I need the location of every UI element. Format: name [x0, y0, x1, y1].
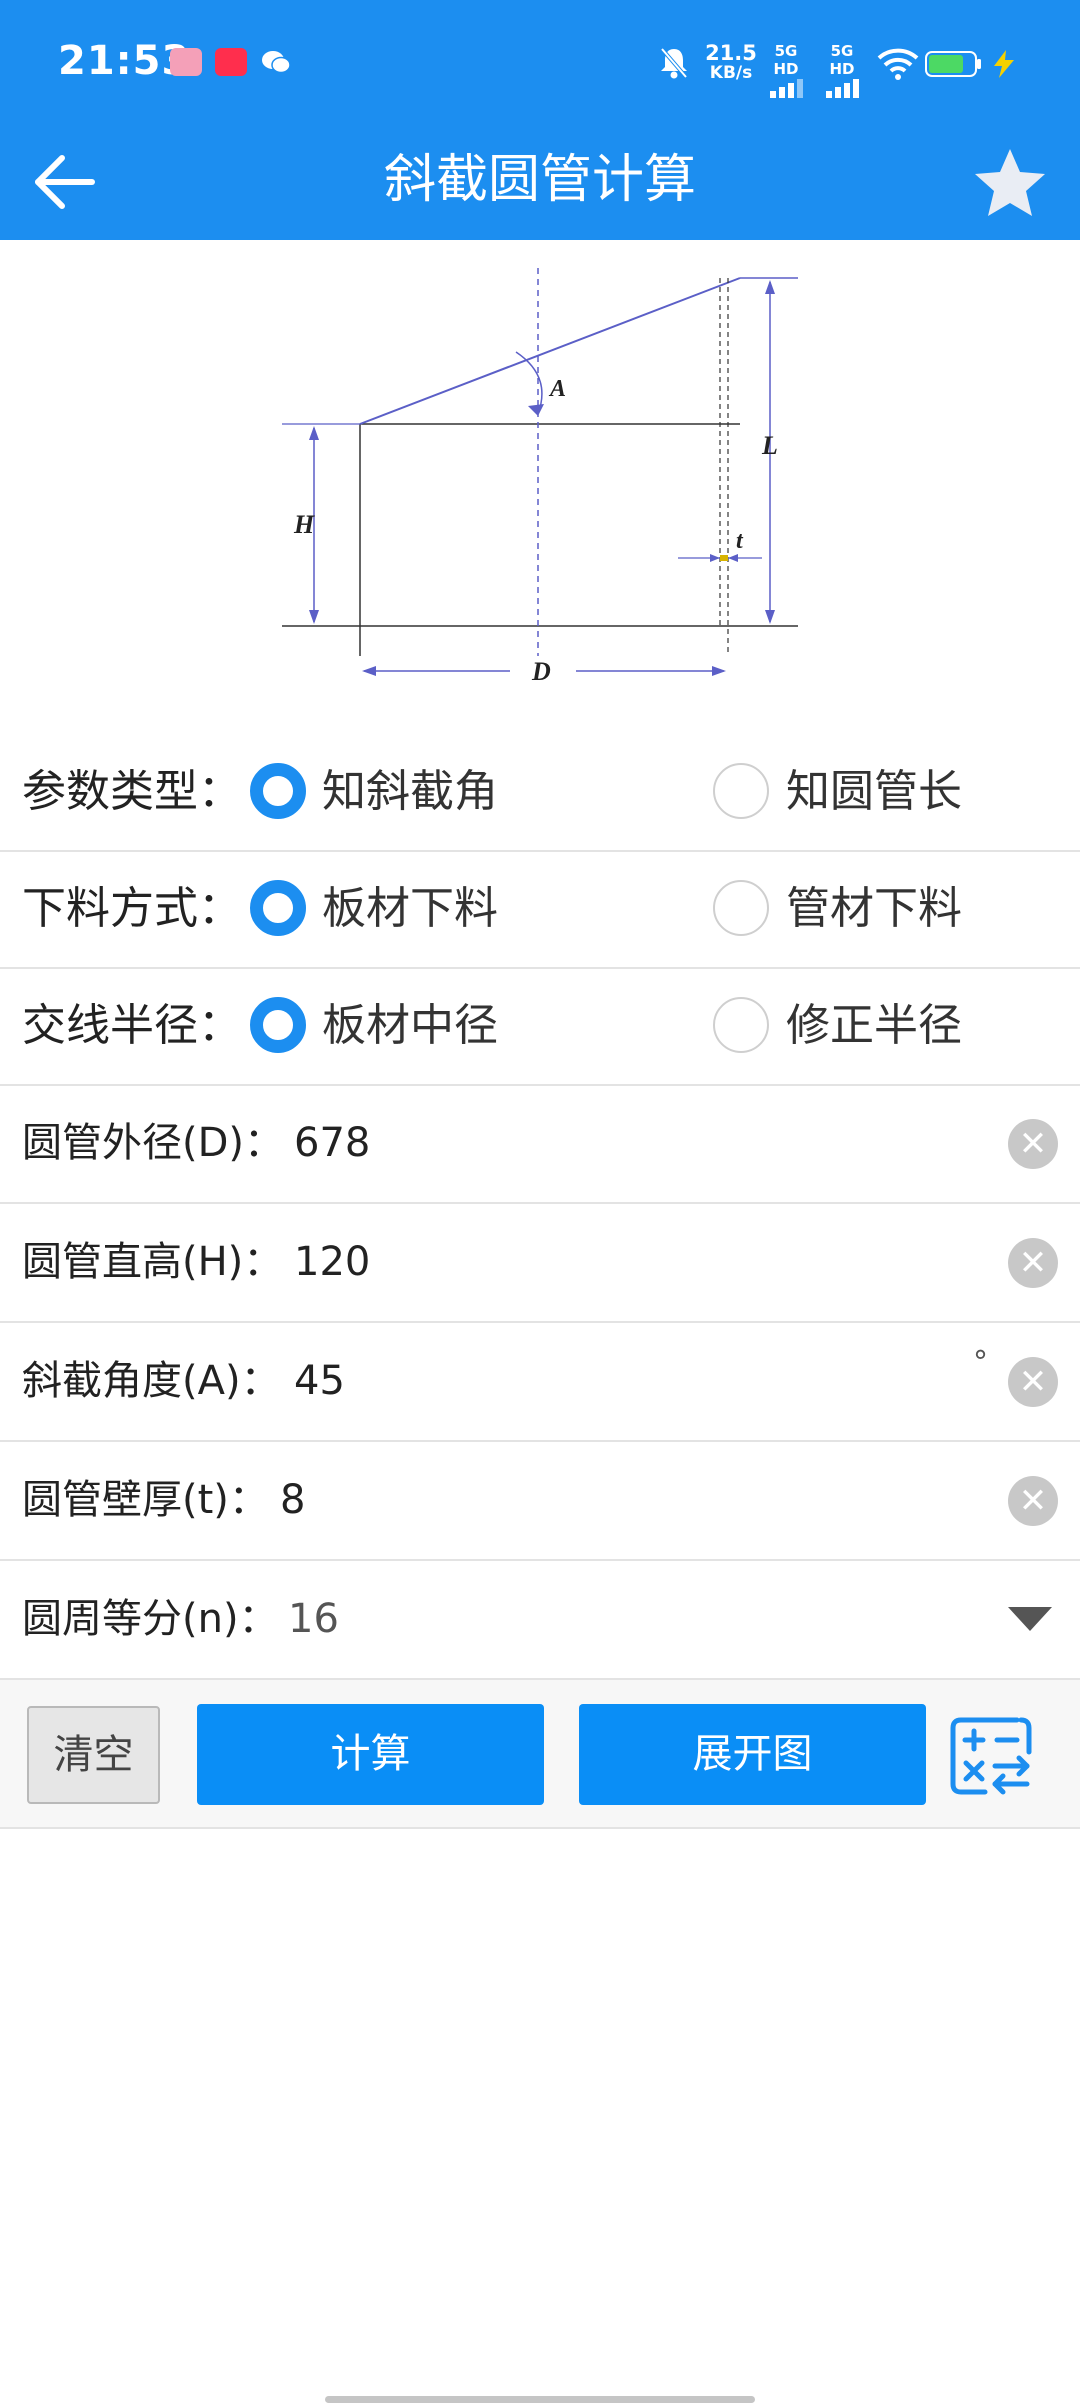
option-row-param-type: 参数类型： 知斜截角 知圆管长: [0, 733, 1080, 852]
option-row-intersection-radius: 交线半径： 板材中径 修正半径: [0, 967, 1080, 1086]
input-label: 圆管外径(D)：: [22, 1120, 285, 1166]
signal-icon: [826, 79, 859, 98]
diagram-label-h: H: [293, 510, 315, 539]
net-speed-unit: KB/s: [709, 63, 753, 83]
clear-field-icon[interactable]: ✕: [1008, 1357, 1058, 1407]
clear-field-icon[interactable]: ✕: [1008, 1119, 1058, 1169]
calculate-button[interactable]: 计算: [197, 1704, 544, 1805]
select-label: 圆周等分(n)：: [22, 1596, 279, 1642]
input-label: 斜截角度(A)：: [22, 1358, 281, 1404]
h-arrow: [309, 426, 319, 440]
radio-known-cut-angle[interactable]: [250, 763, 306, 819]
option-label: 参数类型：: [22, 766, 242, 817]
calculator-icon[interactable]: [947, 1710, 1037, 1800]
radio-pipe-cutting[interactable]: [713, 880, 769, 936]
net-speed-value: 21.5: [705, 41, 757, 65]
mute-bell-icon: [660, 47, 688, 79]
radio-label[interactable]: 板材中径: [322, 967, 498, 1084]
option-row-cutting-method: 下料方式： 板材下料 管材下料: [0, 850, 1080, 969]
angle-arrow: [528, 404, 544, 416]
net-speed: 21.5 KB/s: [703, 42, 759, 82]
signal-label: 5G HD: [773, 42, 799, 78]
page-title: 斜截圆管计算: [383, 150, 696, 210]
wifi-icon: [877, 48, 919, 80]
l-arrow: [765, 280, 775, 294]
radio-label[interactable]: 板材下料: [322, 850, 498, 967]
diagram-label-l: L: [761, 431, 778, 460]
radio-label[interactable]: 知斜截角: [322, 733, 498, 850]
t-marker: [720, 555, 728, 561]
t-arrow: [728, 554, 738, 562]
chevron-down-icon[interactable]: [1008, 1607, 1052, 1631]
option-label: 交线半径：: [22, 1000, 242, 1051]
action-bar: 清空 计算 展开图: [0, 1680, 1080, 1829]
degree-unit: °: [973, 1345, 988, 1380]
outer-diameter-field[interactable]: 678: [294, 1085, 370, 1202]
battery-icon: [925, 51, 981, 77]
signal-1: 5G HD: [760, 42, 812, 102]
input-label: 圆管直高(H)：: [22, 1239, 284, 1285]
t-arrow: [710, 554, 720, 562]
wechat-icon: [262, 51, 291, 74]
l-arrow: [765, 610, 775, 624]
d-arrow: [712, 666, 726, 676]
app-bar: 斜截圆管计算: [0, 125, 1080, 240]
cut-angle-field[interactable]: 45: [294, 1323, 345, 1440]
signal-icon: [770, 79, 803, 98]
radio-plate-mid-diameter[interactable]: [250, 997, 306, 1053]
unfold-drawing-button[interactable]: 展开图: [579, 1704, 926, 1805]
radio-label[interactable]: 知圆管长: [786, 733, 962, 850]
signal-label: 5G HD: [829, 42, 855, 78]
diagram-label-a: A: [548, 376, 566, 402]
wall-thickness-field[interactable]: 8: [280, 1442, 305, 1559]
radio-corrected-radius[interactable]: [713, 997, 769, 1053]
bilibili-app-icon: [170, 48, 202, 76]
xiaohongshu-app-icon: [215, 48, 247, 76]
straight-height-field[interactable]: 120: [294, 1204, 370, 1321]
select-row-circumference-divisions[interactable]: 圆周等分(n)： 16: [0, 1561, 1080, 1680]
home-indicator[interactable]: [325, 2396, 755, 2403]
cut-tube-diagram: H L t D A: [282, 268, 798, 686]
radio-plate-cutting[interactable]: [250, 880, 306, 936]
d-arrow: [362, 666, 376, 676]
clear-field-icon[interactable]: ✕: [1008, 1238, 1058, 1288]
cut-line: [359, 277, 741, 425]
input-row-wall-thickness: 圆管壁厚(t)： 8 ✕: [0, 1442, 1080, 1561]
divisions-select-value[interactable]: 16: [288, 1561, 339, 1678]
input-label: 圆管壁厚(t)：: [22, 1477, 269, 1523]
input-row-cut-angle: 斜截角度(A)： 45 ° ✕: [0, 1323, 1080, 1442]
input-row-outer-diameter: 圆管外径(D)： 678 ✕: [0, 1085, 1080, 1204]
clear-button[interactable]: 清空: [27, 1706, 160, 1804]
charging-icon: [994, 50, 1014, 78]
diagram-label-t: t: [736, 528, 744, 554]
diagram-label-d: D: [531, 657, 551, 686]
status-bar: 21:53 21.5 KB/s 5G HD 5G HD: [0, 0, 1080, 125]
radio-label[interactable]: 管材下料: [786, 850, 962, 967]
radio-known-tube-length[interactable]: [713, 763, 769, 819]
radio-label[interactable]: 修正半径: [786, 967, 962, 1084]
option-label: 下料方式：: [22, 883, 242, 934]
h-arrow: [309, 610, 319, 624]
clear-field-icon[interactable]: ✕: [1008, 1476, 1058, 1526]
signal-2: 5G HD: [816, 42, 868, 102]
input-row-straight-height: 圆管直高(H)： 120 ✕: [0, 1204, 1080, 1323]
star-icon[interactable]: [970, 143, 1050, 223]
